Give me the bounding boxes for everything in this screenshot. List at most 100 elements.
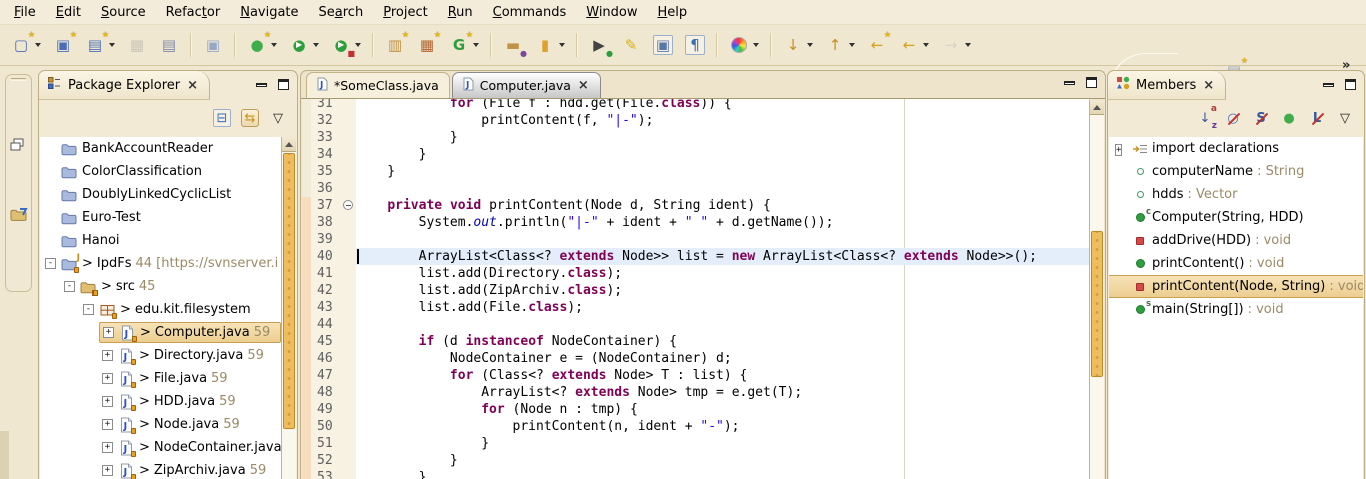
member-item-printcontent-node-string[interactable]: printContent(Node, String) : void — [1109, 275, 1363, 298]
quickdiff-margin[interactable] — [302, 333, 311, 350]
tree-item-computer-java[interactable]: +J>Computer.java59 — [40, 321, 281, 344]
tree-item-src[interactable]: ->src45 — [40, 275, 281, 298]
external-tools-icon-dropdown[interactable]: ●▶■ — [331, 35, 361, 55]
tree-expander-icon[interactable]: + — [102, 350, 113, 361]
tree-item-doublylinkedcycliclist[interactable]: DoublyLinkedCyclicList — [40, 183, 281, 206]
maximize-icon[interactable] — [278, 79, 289, 90]
editor-tab-computer-java[interactable]: J Computer.java× — [452, 72, 601, 98]
code-line-34[interactable]: 34 } — [302, 146, 1089, 163]
close-icon[interactable]: × — [186, 78, 199, 93]
quickdiff-margin[interactable] — [302, 299, 311, 316]
tree-expander-icon[interactable]: + — [102, 396, 113, 407]
new-groovy-icon-dropdown[interactable]: G★ — [449, 35, 479, 55]
search-icon-dropdown[interactable]: ▮ — [535, 35, 565, 55]
tree-item-node-java[interactable]: +J>Node.java59 — [40, 413, 281, 436]
editor-scrollbar[interactable] — [1089, 100, 1104, 479]
close-icon[interactable]: × — [1202, 78, 1215, 93]
quickdiff-margin[interactable] — [302, 112, 311, 129]
show-whitespace-icon[interactable]: ¶ — [685, 35, 705, 55]
new-wizard-icon-dropdown[interactable]: ▢★ — [11, 35, 41, 55]
tree-item-hanoi[interactable]: Hanoi — [40, 229, 281, 252]
new-class-icon[interactable]: ▦★ — [417, 35, 437, 55]
open-type-icon[interactable]: ▬● — [503, 35, 523, 55]
tree-item-euro-test[interactable]: Euro-Test — [40, 206, 281, 229]
mark-occurrences-icon[interactable]: ✎ — [621, 35, 641, 55]
restore-fast-view-icon[interactable] — [10, 137, 28, 153]
run-icon-dropdown[interactable]: ●▶ — [289, 35, 319, 55]
menu-refactor[interactable]: Refactor — [156, 2, 231, 23]
debug-icon[interactable]: ●★ — [247, 35, 267, 55]
tree-item-file-java[interactable]: +J>File.java59 — [40, 367, 281, 390]
tree-item-ipdfs[interactable]: -J>IpdFs44 [https://svnserver.i — [40, 252, 281, 275]
last-edit-location-icon[interactable]: ←★ — [867, 35, 887, 55]
member-item-hdds[interactable]: hdds : Vector — [1109, 183, 1363, 206]
member-item-computername[interactable]: computerName : String — [1109, 160, 1363, 183]
tree-expander-icon[interactable]: - — [64, 281, 75, 292]
previous-annotation-icon-dropdown[interactable]: ↑ — [825, 35, 855, 55]
external-tools-icon[interactable]: ●▶■ — [331, 35, 351, 55]
next-annotation-icon[interactable]: ↓ — [783, 35, 803, 55]
view-menu-icon[interactable]: ▽ — [1336, 109, 1354, 127]
code-line-38[interactable]: 38 System.out.println("|-" + ident + " "… — [302, 214, 1089, 231]
member-item-adddrive-hdd[interactable]: addDrive(HDD) : void — [1109, 229, 1363, 252]
tree-item-nodecontainer-java[interactable]: +J>NodeContainer.java59 — [40, 436, 281, 459]
tree-item-bankaccountreader[interactable]: BankAccountReader — [40, 137, 281, 160]
tab-package-explorer[interactable]: Package Explorer × — [39, 71, 210, 100]
member-item-main-string[interactable]: smain(String[]) : void — [1109, 298, 1363, 321]
tree-item-ziparchiv-java[interactable]: +J>ZipArchiv.java59 — [40, 459, 281, 479]
previous-annotation-icon[interactable]: ↑ — [825, 35, 845, 55]
back-icon-dropdown[interactable]: ← — [899, 35, 929, 55]
tree-expander-icon[interactable]: - — [83, 304, 94, 315]
collapse-all-icon[interactable]: ⊟ — [213, 109, 231, 127]
quickdiff-margin[interactable] — [302, 129, 311, 146]
show-selected-element-icon[interactable]: ▣ — [653, 35, 673, 55]
debug-icon-dropdown[interactable]: ●★ — [247, 35, 277, 55]
code-line-40[interactable]: 40 ArrayList<Class<? extends Node>> list… — [302, 248, 1089, 265]
code-line-41[interactable]: 41 list.add(Directory.class); — [302, 265, 1089, 282]
java-package-fast-view-icon[interactable] — [10, 207, 28, 223]
tree-item-colorclassification[interactable]: ColorClassification — [40, 160, 281, 183]
quickdiff-margin[interactable] — [302, 197, 311, 214]
menu-run[interactable]: Run — [438, 2, 483, 23]
color-palette-icon-dropdown[interactable] — [729, 35, 759, 55]
code-line-44[interactable]: 44 — [302, 316, 1089, 333]
tree-expander-icon[interactable]: + — [102, 419, 113, 430]
maximize-icon[interactable] — [1345, 79, 1356, 90]
editor-tab-someclass-java[interactable]: J *SomeClass.java — [306, 72, 450, 98]
code-line-39[interactable]: 39 — [302, 231, 1089, 248]
quickdiff-margin[interactable] — [302, 180, 311, 197]
code-line-49[interactable]: 49 for (Node n : tmp) { — [302, 401, 1089, 418]
quickdiff-margin[interactable] — [302, 214, 311, 231]
scrollbar-thumb[interactable] — [1091, 231, 1103, 377]
quickdiff-margin[interactable] — [302, 248, 311, 265]
tree-item-hdd-java[interactable]: +J>HDD.java59 — [40, 390, 281, 413]
member-item-import-declarations[interactable]: +import declarations — [1109, 137, 1363, 160]
member-item-printcontent[interactable]: printContent() : void — [1109, 252, 1363, 275]
hide-static-members-icon[interactable]: S — [1252, 109, 1270, 127]
forward-icon[interactable]: → — [941, 35, 961, 55]
code-line-51[interactable]: 51 } — [302, 435, 1089, 452]
quickdiff-margin[interactable] — [302, 469, 311, 479]
show-public-members-icon[interactable]: ● — [1280, 109, 1298, 127]
menu-search[interactable]: Search — [309, 2, 374, 23]
scroll-up-icon[interactable] — [1090, 100, 1104, 115]
code-line-32[interactable]: 32 printContent(f, "|-"); — [302, 112, 1089, 129]
tab-members[interactable]: Members × — [1108, 71, 1226, 100]
link-with-editor-icon[interactable]: ⇆ — [241, 109, 259, 127]
minimize-icon[interactable] — [256, 83, 267, 87]
code-line-42[interactable]: 42 list.add(ZipArchiv.class); — [302, 282, 1089, 299]
menu-edit[interactable]: Edit — [46, 2, 91, 23]
quickdiff-margin[interactable] — [302, 163, 311, 180]
back-icon[interactable]: ← — [899, 35, 919, 55]
package-explorer-scrollbar[interactable] — [281, 137, 296, 479]
menu-project[interactable]: Project — [373, 2, 438, 23]
code-line-52[interactable]: 52 } — [302, 452, 1089, 469]
quickdiff-margin[interactable] — [302, 231, 311, 248]
quickdiff-margin[interactable] — [302, 265, 311, 282]
code-line-35[interactable]: 35 } — [302, 163, 1089, 180]
tree-item-edu-kit-filesystem[interactable]: ->edu.kit.filesystem — [40, 298, 281, 321]
fold-collapse-icon[interactable] — [343, 200, 353, 210]
sort-icon[interactable]: ↓az — [1196, 109, 1214, 127]
hide-local-types-icon[interactable]: L — [1308, 109, 1326, 127]
code-line-48[interactable]: 48 ArrayList<? extends Node> tmp = e.get… — [302, 384, 1089, 401]
